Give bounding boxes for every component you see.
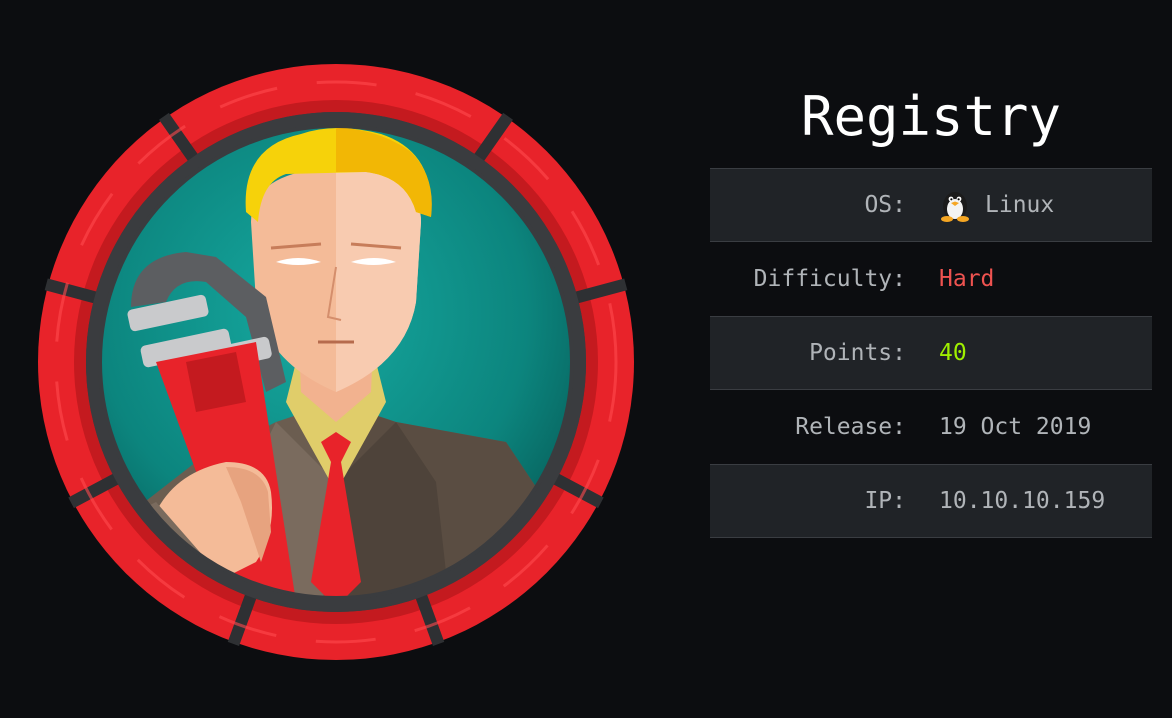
- release-label: Release:: [795, 414, 906, 440]
- info-row-release: Release: 19 Oct 2019: [710, 390, 1152, 464]
- ip-label: IP:: [864, 488, 906, 514]
- points-label: Points:: [809, 340, 906, 366]
- info-row-ip: IP: 10.10.10.159: [710, 464, 1152, 538]
- difficulty-label: Difficulty:: [753, 266, 906, 292]
- machine-avatar: [36, 62, 636, 662]
- wrench-businessman-avatar: [38, 64, 634, 660]
- release-value: 19 Oct 2019: [939, 414, 1092, 440]
- linux-penguin-icon: [941, 192, 969, 222]
- os-value-wrap: Linux: [939, 188, 1054, 222]
- info-row-points: Points: 40: [710, 316, 1152, 390]
- info-row-os: OS: Linux: [710, 168, 1152, 242]
- os-label: OS:: [864, 192, 906, 218]
- info-row-difficulty: Difficulty: Hard: [710, 242, 1152, 316]
- machine-title: Registry: [800, 85, 1062, 148]
- machine-info-table: OS: Linux Difficulty: Hard Points: 40 Re…: [710, 168, 1152, 538]
- difficulty-value: Hard: [939, 266, 995, 292]
- os-value: Linux: [985, 192, 1055, 218]
- points-value: 40: [939, 340, 967, 366]
- ip-value[interactable]: 10.10.10.159: [939, 488, 1105, 514]
